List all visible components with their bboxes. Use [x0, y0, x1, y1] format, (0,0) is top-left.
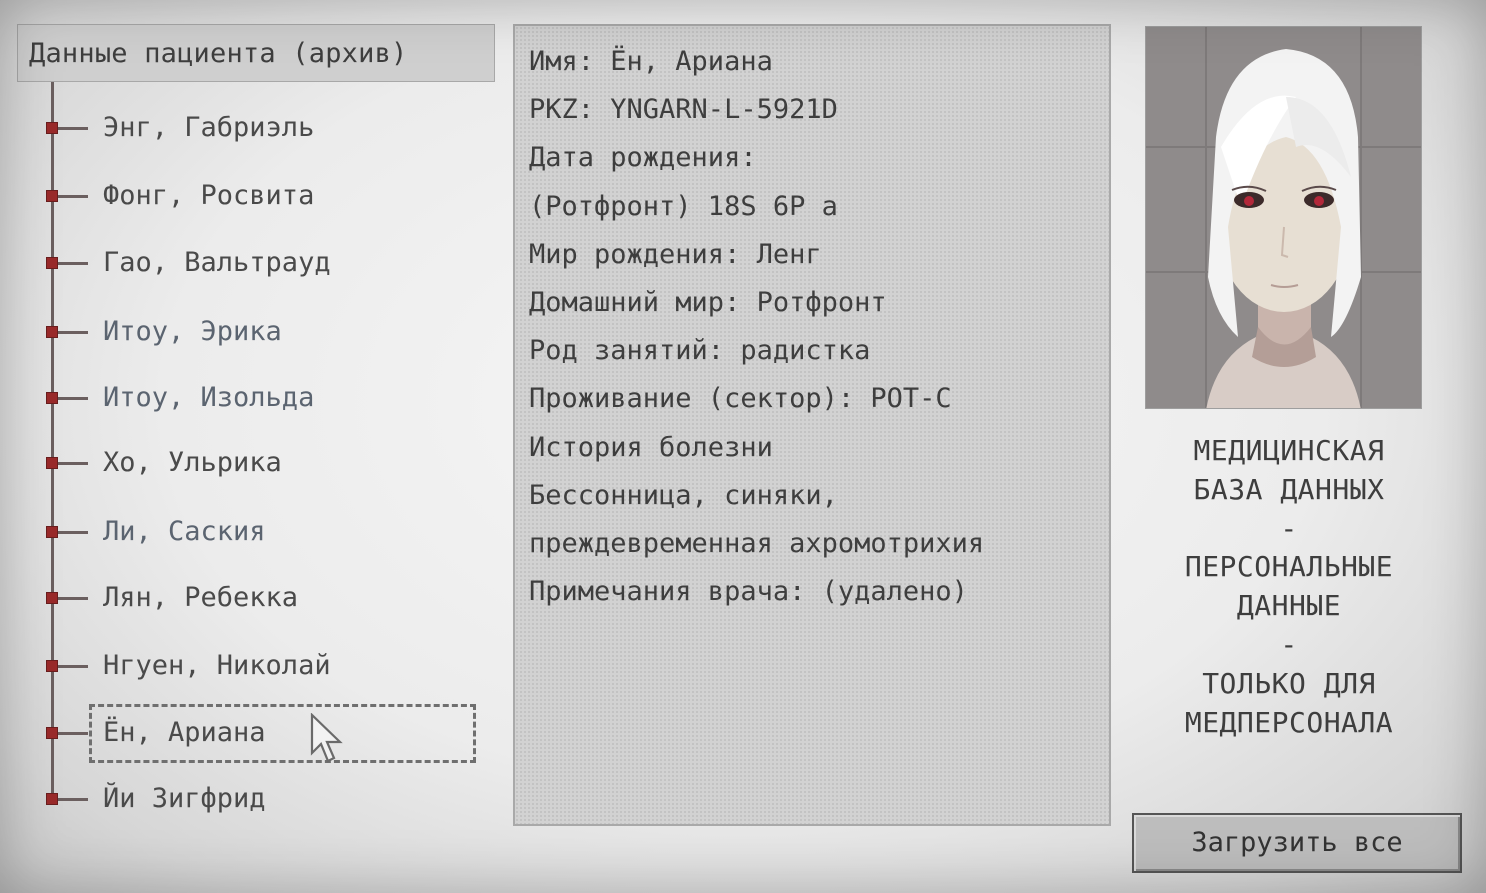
- tree-node-marker: [46, 592, 58, 604]
- record-doctor-notes: Примечания врача: (удалено): [529, 576, 968, 608]
- tree-branch: [58, 262, 88, 265]
- record-occupation: Род занятий: радистка: [529, 335, 871, 367]
- record-birthdate-label: Дата рождения:: [529, 142, 757, 174]
- record-pkz: PKZ: YNGARN-L-5921D: [529, 94, 838, 126]
- tree-branch: [58, 127, 88, 130]
- patient-item-3[interactable]: Итоу, Эрика: [46, 312, 486, 352]
- tree-branch: [58, 397, 88, 400]
- patient-name: Ли, Саския: [103, 516, 266, 547]
- patient-item-2[interactable]: Гао, Вальтрауд: [46, 243, 486, 283]
- record-name: Имя: Ён, Ариана: [529, 46, 773, 77]
- patient-item-6[interactable]: Ли, Саския: [46, 512, 486, 552]
- tree-node-marker: [46, 122, 58, 134]
- caption-line: МЕДПЕРСОНАЛА: [1184, 705, 1394, 739]
- tree-branch: [58, 331, 88, 334]
- record-history-heading: История болезни: [529, 431, 773, 463]
- caption-line: МЕДИЦИНСКАЯ: [1193, 434, 1385, 467]
- patient-name: Гао, Вальтрауд: [103, 247, 331, 278]
- patient-item-7[interactable]: Лян, Ребекка: [46, 578, 486, 618]
- patient-item-10[interactable]: Йи Зигфрид: [46, 779, 486, 819]
- tree-node-marker: [46, 457, 58, 469]
- record-residence: Проживание (сектор): POT-C: [529, 383, 952, 415]
- tree-branch: [58, 732, 88, 735]
- caption-line: ДАННЫЕ: [1236, 589, 1342, 623]
- tree-branch: [58, 531, 88, 534]
- patient-item-1[interactable]: Фонг, Росвита: [46, 176, 486, 216]
- patient-item-0[interactable]: Энг, Габриэль: [46, 108, 486, 148]
- record-history-line-2: преждевременная ахромотрихия: [529, 528, 985, 560]
- patient-name: Хо, Ульрика: [103, 447, 282, 478]
- record-home-world: Домашний мир: Ротфронт: [529, 287, 887, 319]
- caption-line: -: [1280, 511, 1298, 545]
- patient-item-8[interactable]: Нгуен, Николай: [46, 646, 486, 686]
- tree-node-marker: [46, 392, 58, 404]
- tree-branch: [58, 195, 88, 198]
- tree-branch: [58, 462, 88, 465]
- tree-branch: [58, 665, 88, 668]
- tree-branch: [58, 597, 88, 600]
- tree-node-marker: [46, 190, 58, 202]
- caption-line: -: [1280, 627, 1298, 661]
- patient-name: Итоу, Изольда: [103, 382, 315, 413]
- tree-node-marker: [46, 326, 58, 338]
- patient-item-5[interactable]: Хо, Ульрика: [46, 443, 486, 483]
- patient-name: Итоу, Эрика: [103, 316, 282, 347]
- patient-name: Фонг, Росвита: [103, 180, 315, 211]
- tree-node-marker: [46, 793, 58, 805]
- tree-node-marker: [46, 660, 58, 672]
- patient-archive-title: Данные пациента (архив): [17, 24, 495, 82]
- patient-name: Энг, Габриэль: [103, 112, 315, 143]
- patient-record-panel: Имя: Ён, Ариана PKZ: YNGARN-L-5921D Дата…: [513, 24, 1111, 826]
- record-birth-world: Мир рождения: Ленг: [529, 238, 822, 270]
- record-history-line-1: Бессонница, синяки,: [529, 479, 838, 511]
- portrait-image: [1146, 27, 1421, 408]
- record-birthdate-value: (Ротфронт) 18S 6P а: [529, 190, 838, 222]
- tree-branch: [58, 798, 88, 801]
- patient-name: Йи Зигфрид: [103, 783, 266, 814]
- patient-portrait: [1145, 26, 1422, 409]
- patient-item-4[interactable]: Итоу, Изольда: [46, 378, 486, 418]
- tree-node-marker: [46, 727, 58, 739]
- patient-name: Нгуен, Николай: [103, 650, 331, 681]
- caption-line: БАЗА ДАННЫХ: [1193, 472, 1385, 506]
- tree-node-marker: [46, 526, 58, 538]
- medical-database-caption: МЕДИЦИНСКАЯ БАЗА ДАННЫХ - ПЕРСОНАЛЬНЫЕ Д…: [1136, 432, 1442, 742]
- caption-line: ТОЛЬКО ДЛЯ: [1202, 666, 1376, 700]
- selection-focus-box: [89, 704, 476, 763]
- mouse-pointer-icon: [310, 713, 343, 763]
- caption-line: ПЕРСОНАЛЬНЫЕ: [1184, 550, 1394, 584]
- load-all-button[interactable]: Загрузить все: [1132, 813, 1462, 873]
- patient-name: Лян, Ребекка: [103, 582, 299, 613]
- tree-node-marker: [46, 257, 58, 269]
